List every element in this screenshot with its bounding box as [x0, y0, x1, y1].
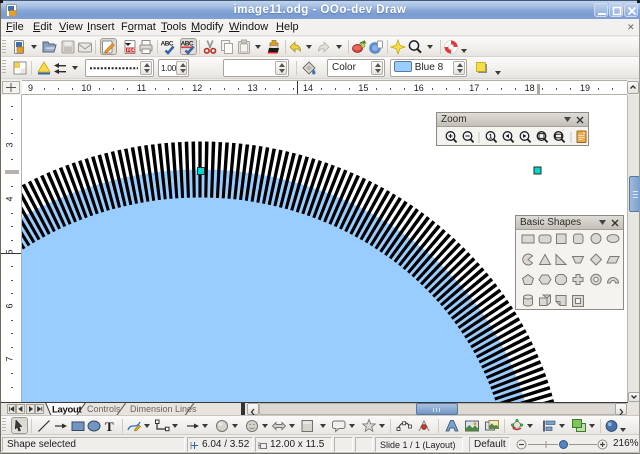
svg-text:Layout: Layout: [52, 405, 82, 416]
svg-text:T: T: [105, 419, 114, 434]
svg-text:Controls: Controls: [87, 404, 121, 414]
svg-text:PDF: PDF: [127, 48, 136, 53]
svg-text:1: 1: [489, 133, 493, 140]
